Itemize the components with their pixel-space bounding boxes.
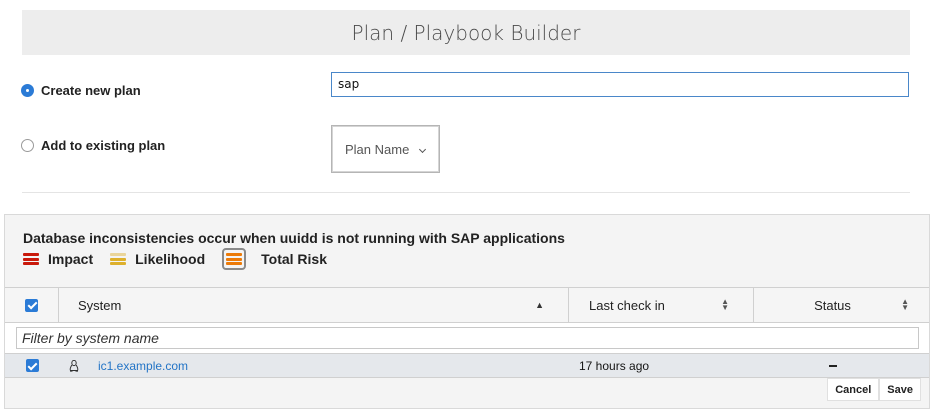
column-header-system[interactable]: System ▲	[59, 288, 569, 322]
add-existing-plan-label: Add to existing plan	[41, 138, 166, 153]
filter-row	[5, 323, 929, 353]
plan-name-select-label: Plan Name	[345, 141, 410, 157]
system-cell: ic1.example.com	[59, 359, 569, 373]
action-buttons: Cancel Save	[827, 378, 921, 401]
section-divider	[22, 192, 910, 193]
legend-likelihood-label: Likelihood	[135, 251, 206, 267]
system-link[interactable]: ic1.example.com	[98, 359, 188, 373]
chevron-down-icon	[419, 145, 427, 154]
total-risk-icon	[222, 248, 247, 270]
column-header-status-label: Status	[814, 297, 851, 313]
column-header-system-label: System	[78, 297, 122, 313]
create-new-plan-label: Create new plan	[41, 83, 141, 98]
select-all-checkbox[interactable]	[25, 298, 38, 312]
table-row[interactable]: ic1.example.com 17 hours ago	[5, 353, 929, 378]
add-existing-plan-option[interactable]: Add to existing plan	[21, 138, 165, 153]
last-check-in-cell: 17 hours ago	[579, 358, 650, 373]
column-header-status[interactable]: Status ▲ ▼	[754, 288, 929, 322]
legend-total-risk-label: Total Risk	[261, 251, 327, 267]
add-existing-plan-radio[interactable]	[21, 139, 34, 152]
select-all-cell	[5, 288, 59, 322]
risk-legend: Impact Likelihood Total Risk	[23, 248, 344, 270]
create-new-plan-radio[interactable]	[21, 84, 34, 97]
impact-icon	[23, 253, 39, 265]
sort-ascending-icon[interactable]: ▲	[535, 301, 544, 310]
rule-title: Database inconsistencies occur when uuid…	[23, 230, 565, 246]
table-header: System ▲ Last check in ▲ ▼ Status ▲ ▼	[5, 287, 929, 323]
sort-icon[interactable]: ▲ ▼	[721, 298, 729, 312]
status-cell	[754, 364, 929, 367]
legend-impact-label: Impact	[48, 251, 94, 267]
create-new-plan-option[interactable]: Create new plan	[21, 83, 141, 98]
column-header-last-check-in[interactable]: Last check in ▲ ▼	[569, 288, 754, 322]
page-title: Plan / Playbook Builder	[351, 20, 581, 45]
save-button[interactable]: Save	[879, 378, 921, 401]
rule-card: Database inconsistencies occur when uuid…	[4, 214, 930, 409]
legend-likelihood: Likelihood	[110, 251, 205, 267]
systems-table: System ▲ Last check in ▲ ▼ Status ▲ ▼ Fi…	[5, 287, 929, 378]
linux-icon	[69, 359, 79, 372]
cancel-button[interactable]: Cancel	[827, 378, 880, 401]
legend-total-risk: Total Risk	[222, 248, 327, 270]
plan-name-select[interactable]: Plan Name	[331, 125, 440, 173]
filter-system-input[interactable]	[16, 327, 919, 349]
row-checkbox-cell	[5, 359, 59, 372]
status-dash-icon	[828, 364, 837, 367]
sort-icon[interactable]: ▲ ▼	[901, 298, 909, 312]
page-header: Plan / Playbook Builder	[22, 10, 910, 55]
column-header-last-check-in-label: Last check in	[589, 297, 665, 313]
likelihood-icon	[110, 253, 127, 265]
row-checkbox[interactable]	[25, 359, 39, 372]
legend-impact: Impact	[23, 251, 93, 267]
plan-name-input[interactable]: sap	[331, 72, 909, 97]
